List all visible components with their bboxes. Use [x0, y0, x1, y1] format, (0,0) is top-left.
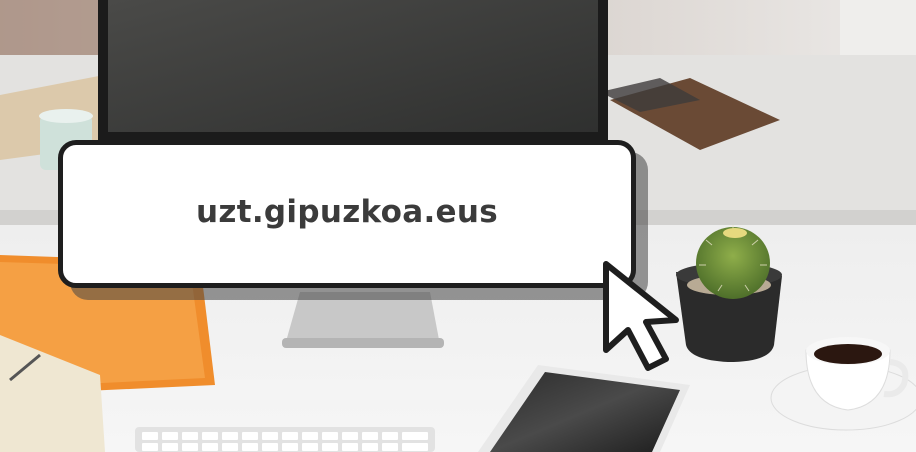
desk-photo-banner: uzt.gipuzkoa.eus — [0, 0, 916, 452]
url-banner-card[interactable]: uzt.gipuzkoa.eus — [58, 140, 636, 288]
url-text[interactable]: uzt.gipuzkoa.eus — [196, 194, 498, 230]
arrow-cursor-icon — [603, 261, 679, 371]
